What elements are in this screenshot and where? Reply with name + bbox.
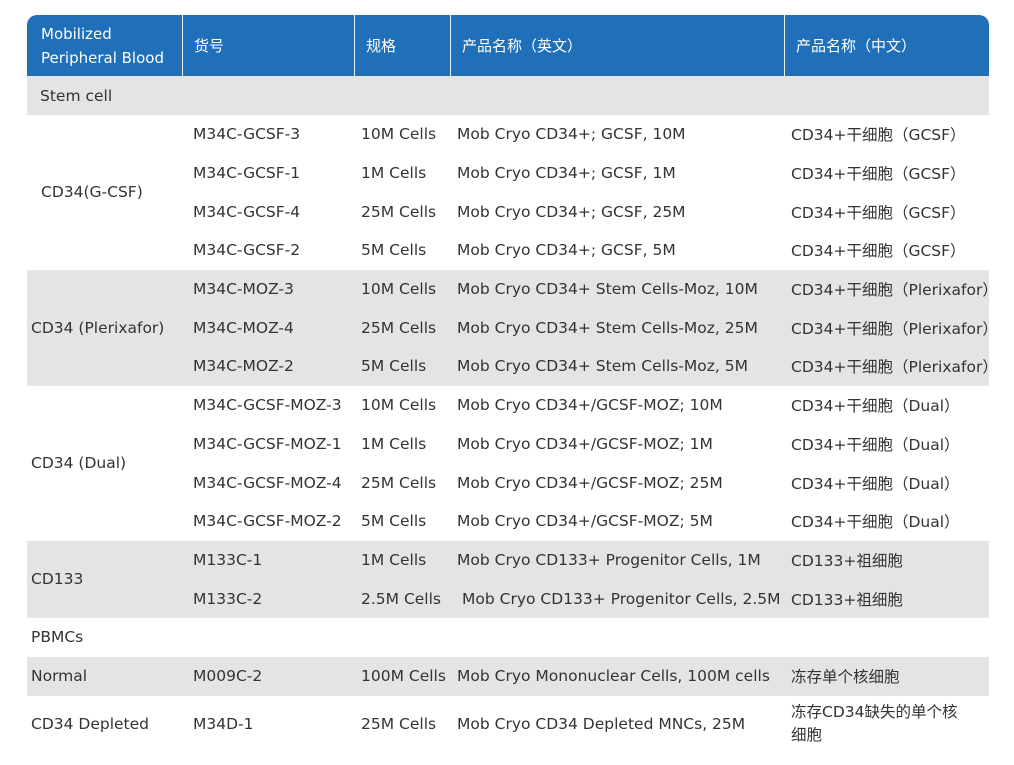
table-header: Mobilized Peripheral Blood 货号 规格 产品名称（英文…	[27, 15, 989, 76]
name-en-cell: Mob Cryo CD34+; GCSF, 5M	[457, 241, 676, 260]
table-row: M34C-MOZ-2 5M Cells Mob Cryo CD34+ Stem …	[183, 347, 998, 386]
table-row: M34C-MOZ-3 10M Cells Mob Cryo CD34+ Stem…	[183, 270, 998, 309]
name-cn-cell: CD34+干细胞（Dual）	[791, 513, 960, 532]
name-cn-cell: CD34+干细胞（Plerixafor）	[791, 319, 998, 338]
spec-cell: 25M Cells	[361, 473, 437, 492]
header-category: Mobilized Peripheral Blood	[27, 15, 183, 76]
table-row: M34C-GCSF-MOZ-2 5M Cells Mob Cryo CD34+/…	[183, 502, 989, 541]
table-row: M34C-GCSF-2 5M Cells Mob Cryo CD34+; GCS…	[183, 231, 989, 270]
name-en-cell: Mob Cryo CD133+ Progenitor Cells, 1M	[457, 550, 761, 569]
name-cn-cell: CD34+干细胞（GCSF）	[791, 203, 966, 222]
name-en-cell: Mob Cryo CD34+/GCSF-MOZ; 1M	[457, 434, 713, 453]
name-en-cell: Mob Cryo CD133+ Progenitor Cells, 2.5M	[462, 589, 781, 608]
group-name: CD34 (Plerixafor)	[31, 318, 165, 337]
spec-cell: 5M Cells	[361, 241, 427, 260]
product-table: Mobilized Peripheral Blood 货号 规格 产品名称（英文…	[27, 15, 998, 753]
spec-cell: 10M Cells	[361, 396, 437, 415]
header-sku: 货号	[183, 15, 355, 76]
name-cn-cell: CD34+干细胞（GCSF）	[791, 242, 966, 261]
group-name: Normal	[31, 667, 88, 686]
sku-cell: M34D-1	[193, 715, 254, 734]
spec-cell: 1M Cells	[361, 550, 427, 569]
sku-cell: M34C-GCSF-3	[193, 125, 301, 144]
sku-cell: M133C-1	[193, 550, 263, 569]
table-row: M34C-GCSF-4 25M Cells Mob Cryo CD34+; GC…	[183, 192, 989, 231]
name-cn-cell: CD34+干细胞（Dual）	[791, 435, 960, 454]
table-row: M133C-2 2.5M Cells Mob Cryo CD133+ Proge…	[183, 579, 989, 618]
name-en-cell: Mob Cryo Mononuclear Cells, 100M cells	[457, 667, 770, 686]
sku-cell: M34C-GCSF-MOZ-4	[193, 473, 342, 492]
header-name-cn: 产品名称（中文）	[796, 36, 917, 55]
sku-cell: M34C-MOZ-2	[193, 357, 294, 376]
group-name: CD34 Depleted	[31, 715, 150, 734]
name-en-cell: Mob Cryo CD34+; GCSF, 10M	[457, 125, 686, 144]
sku-cell: M34C-GCSF-MOZ-3	[193, 396, 342, 415]
spec-cell: 1M Cells	[361, 164, 427, 183]
group-cd34-plerixafor: CD34 (Plerixafor) M34C-MOZ-3 10M Cells M…	[27, 269, 998, 386]
table-row: M34C-GCSF-MOZ-1 1M Cells Mob Cryo CD34+/…	[183, 425, 989, 464]
name-cn-cell: CD34+干细胞（Dual）	[791, 397, 960, 416]
name-cn-cell: CD34+干细胞（GCSF）	[791, 165, 966, 184]
header-spec: 规格	[355, 15, 451, 76]
spec-cell: 1M Cells	[361, 434, 427, 453]
name-en-cell: Mob Cryo CD34+/GCSF-MOZ; 5M	[457, 512, 713, 531]
sku-cell: M34C-MOZ-3	[193, 280, 294, 299]
sku-cell: M009C-2	[193, 667, 263, 686]
group-cd34-gcsf: CD34(G-CSF) M34C-GCSF-3 10M Cells Mob Cr…	[27, 115, 989, 270]
spec-cell: 2.5M Cells	[361, 589, 441, 608]
sku-cell: M133C-2	[193, 589, 263, 608]
spec-cell: 25M Cells	[361, 202, 437, 221]
sku-cell: M34C-GCSF-MOZ-1	[193, 434, 342, 453]
name-en-cell: Mob Cryo CD34+; GCSF, 1M	[457, 164, 676, 183]
name-en-cell: Mob Cryo CD34+ Stem Cells-Moz, 10M	[457, 280, 758, 299]
name-en-cell: Mob Cryo CD34+/GCSF-MOZ; 10M	[457, 396, 723, 415]
sku-cell: M34C-GCSF-4	[193, 202, 301, 221]
spec-cell: 25M Cells	[361, 715, 437, 734]
section-pbmcs: PBMCs	[31, 628, 84, 647]
sku-cell: M34C-MOZ-4	[193, 318, 294, 337]
name-cn-cell: CD34+干细胞（Plerixafor）	[791, 358, 998, 377]
sku-cell: M34C-GCSF-MOZ-2	[193, 512, 342, 531]
sku-cell: M34C-GCSF-2	[193, 241, 301, 260]
header-name-en: 产品名称（英文）	[451, 15, 785, 76]
group-name: CD133	[31, 570, 84, 589]
name-cn-cell: CD34+干细胞（Dual）	[791, 474, 960, 493]
table-row: M34D-1 25M Cells Mob Cryo CD34 Depleted …	[183, 696, 989, 753]
sku-cell: M34C-GCSF-1	[193, 164, 301, 183]
table-row: M34C-GCSF-3 10M Cells Mob Cryo CD34+; GC…	[183, 115, 989, 154]
name-en-cell: Mob Cryo CD34+ Stem Cells-Moz, 5M	[457, 357, 748, 376]
table-row: M34C-GCSF-MOZ-3 10M Cells Mob Cryo CD34+…	[183, 386, 989, 425]
name-en-cell: Mob Cryo CD34+; GCSF, 25M	[457, 202, 686, 221]
spec-cell: 5M Cells	[361, 512, 427, 531]
name-cn-cell: CD133+祖细胞	[791, 590, 903, 609]
name-en-cell: Mob Cryo CD34 Depleted MNCs, 25M	[457, 715, 746, 734]
group-cd34-depleted: CD34 Depleted M34D-1 25M Cells Mob Cryo …	[27, 696, 989, 753]
table-row: M133C-1 1M Cells Mob Cryo CD133+ Progeni…	[183, 541, 989, 580]
name-cn-cell: CD133+祖细胞	[791, 551, 903, 570]
section-stem-cell: Stem cell	[27, 76, 989, 115]
spec-cell: 100M Cells	[361, 667, 446, 686]
table-row: M34C-GCSF-MOZ-4 25M Cells Mob Cryo CD34+…	[183, 463, 989, 502]
table-row: M34C-GCSF-1 1M Cells Mob Cryo CD34+; GCS…	[183, 154, 989, 193]
spec-cell: 5M Cells	[361, 357, 427, 376]
name-cn-cell: CD34+干细胞（GCSF）	[791, 126, 966, 145]
table-row: M34C-MOZ-4 25M Cells Mob Cryo CD34+ Stem…	[183, 308, 998, 347]
name-cn-cell: 冻存CD34缺失的单个核细胞	[791, 703, 958, 745]
spec-cell: 25M Cells	[361, 318, 437, 337]
group-cd133: CD133 M133C-1 1M Cells Mob Cryo CD133+ P…	[27, 540, 989, 618]
group-name: CD34 (Dual)	[31, 454, 127, 473]
name-cn-cell: CD34+干细胞（Plerixafor）	[791, 281, 998, 300]
spec-cell: 10M Cells	[361, 280, 437, 299]
name-cn-cell: 冻存单个核细胞	[791, 668, 900, 687]
name-en-cell: Mob Cryo CD34+/GCSF-MOZ; 25M	[457, 473, 723, 492]
table-row: M009C-2 100M Cells Mob Cryo Mononuclear …	[183, 657, 989, 696]
group-name: CD34(G-CSF)	[41, 183, 143, 202]
group-normal: Normal M009C-2 100M Cells Mob Cryo Monon…	[27, 656, 989, 696]
spec-cell: 10M Cells	[361, 125, 437, 144]
group-cd34-dual: CD34 (Dual) M34C-GCSF-MOZ-3 10M Cells Mo…	[27, 386, 989, 541]
name-en-cell: Mob Cryo CD34+ Stem Cells-Moz, 25M	[457, 318, 758, 337]
